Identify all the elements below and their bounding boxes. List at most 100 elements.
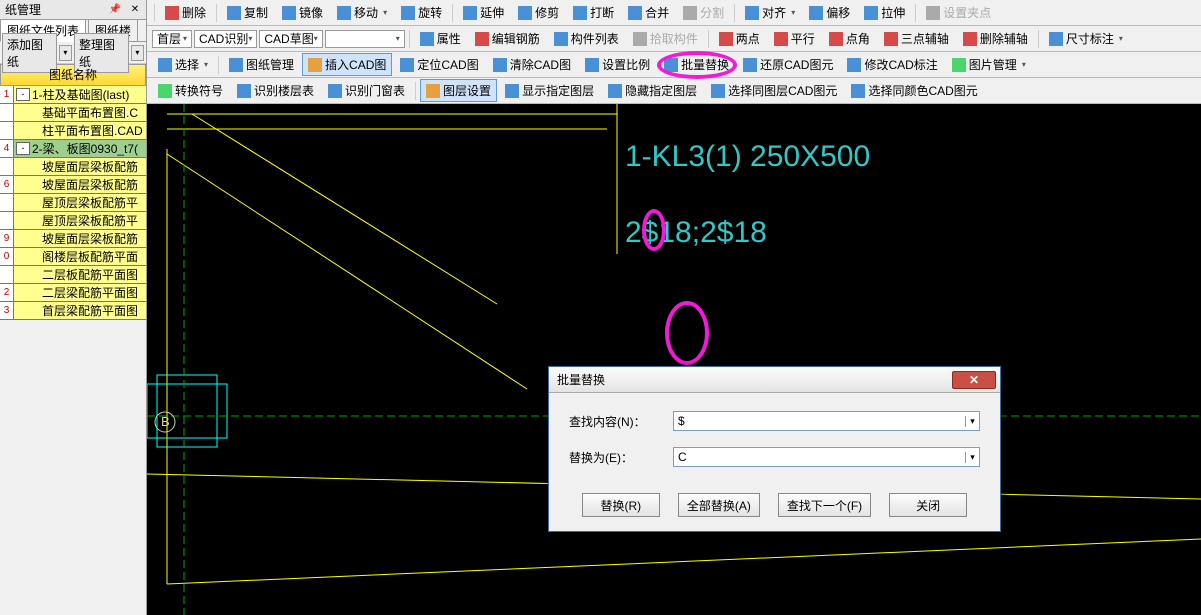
row-text: 首层梁配筋平面图: [42, 302, 146, 319]
dim-button[interactable]: 尺寸标注▾: [1043, 27, 1129, 50]
close-dialog-button[interactable]: 关闭: [889, 493, 967, 517]
layer-settings-button[interactable]: 图层设置: [420, 79, 497, 102]
three-point-button[interactable]: 三点辅轴: [878, 27, 955, 50]
close-icon[interactable]: ✕: [126, 2, 144, 18]
tree-row[interactable]: 二层板配筋平面图: [0, 266, 146, 284]
row-text: 坡屋面层梁板配筋: [42, 158, 146, 175]
move-button[interactable]: 移动▾: [331, 1, 393, 24]
row-number: 3: [0, 302, 14, 319]
toggle-icon[interactable]: -: [16, 88, 30, 101]
tree-row[interactable]: 坡屋面层梁板配筋: [0, 158, 146, 176]
replace-field[interactable]: ▾: [673, 447, 980, 467]
row-text: 2-梁、板图0930_t7(: [32, 140, 146, 157]
rebar-icon: [475, 32, 489, 46]
offset-button[interactable]: 偏移: [803, 1, 856, 24]
dialog-titlebar[interactable]: 批量替换 ✕: [549, 367, 1000, 393]
delete-button[interactable]: 删除: [159, 1, 212, 24]
attr-button[interactable]: 属性: [414, 27, 467, 50]
merge-button[interactable]: 合并: [622, 1, 675, 24]
snap-button[interactable]: 设置夹点: [920, 1, 997, 24]
cad-sketch-combo[interactable]: CAD草图▾: [259, 30, 322, 48]
row-text: 屋顶层梁板配筋平: [42, 212, 146, 229]
tree-row[interactable]: 6坡屋面层梁板配筋: [0, 176, 146, 194]
copy-button[interactable]: 复制: [221, 1, 274, 24]
modify-cad-button[interactable]: 修改CAD标注: [841, 53, 943, 76]
find-next-button[interactable]: 查找下一个(F): [778, 493, 871, 517]
toggle-icon[interactable]: -: [16, 142, 30, 155]
row-number: 9: [0, 230, 14, 247]
replace-all-button[interactable]: 全部替换(A): [678, 493, 760, 517]
recog-floor-button[interactable]: 识别楼层表: [231, 79, 320, 102]
row-number: 4: [0, 140, 14, 157]
tree-row[interactable]: 0阁楼层板配筋平面: [0, 248, 146, 266]
clear-icon: [493, 58, 507, 72]
dropdown-icon[interactable]: ▾: [59, 45, 72, 61]
floor-combo[interactable]: 首层▾: [152, 30, 192, 48]
tree-row[interactable]: 9坡屋面层梁板配筋: [0, 230, 146, 248]
hide-layer-button[interactable]: 隐藏指定图层: [602, 79, 703, 102]
align-icon: [745, 6, 759, 20]
point-angle-button[interactable]: 点角: [823, 27, 876, 50]
restore-cad-button[interactable]: 还原CAD图元: [737, 53, 839, 76]
split-button[interactable]: 分割: [677, 1, 730, 24]
trim-button[interactable]: 修剪: [512, 1, 565, 24]
hide-layer-icon: [608, 84, 622, 98]
two-point-button[interactable]: 两点: [713, 27, 766, 50]
scale-button[interactable]: 设置比例: [579, 53, 656, 76]
cad-recog-combo[interactable]: CAD识别▾: [194, 30, 257, 48]
break-button[interactable]: 打断: [567, 1, 620, 24]
pick-member-button[interactable]: 拾取构件: [627, 27, 704, 50]
same-color-icon: [851, 84, 865, 98]
batch-replace-button[interactable]: 批量替换: [658, 53, 735, 76]
parallel-button[interactable]: 平行: [768, 27, 821, 50]
rotate-icon: [401, 6, 415, 20]
tree-row[interactable]: 2二层梁配筋平面图: [0, 284, 146, 302]
batch-icon: [664, 58, 678, 72]
delete-axis-button[interactable]: 删除辅轴: [957, 27, 1034, 50]
tree-row[interactable]: 柱平面布置图.CAD: [0, 122, 146, 140]
insert-cad-button[interactable]: 插入CAD图: [302, 53, 392, 76]
dropdown-icon[interactable]: ▾: [131, 45, 144, 61]
locate-cad-button[interactable]: 定位CAD图: [394, 53, 484, 76]
row-text: 二层梁配筋平面图: [42, 284, 146, 301]
align-button[interactable]: 对齐▾: [739, 1, 801, 24]
tree-row[interactable]: 3 首层梁配筋平面图: [0, 302, 146, 320]
dropdown-icon[interactable]: ▾: [965, 452, 979, 463]
dropdown-icon[interactable]: ▾: [965, 416, 979, 427]
close-button[interactable]: ✕: [952, 371, 996, 389]
toolbar-cad: 首层▾ CAD识别▾ CAD草图▾ ▾ 属性 编辑钢筋 构件列表 拾取构件 两点…: [147, 26, 1201, 52]
drawing-manager-button[interactable]: 图纸管理: [223, 53, 300, 76]
tree-row[interactable]: 4-2-梁、板图0930_t7(: [0, 140, 146, 158]
mirror-button[interactable]: 镜像: [276, 1, 329, 24]
extend-icon: [463, 6, 477, 20]
select-same-color-button[interactable]: 选择同颜色CAD图元: [845, 79, 983, 102]
offset-icon: [809, 6, 823, 20]
show-layer-button[interactable]: 显示指定图层: [499, 79, 600, 102]
parallel-icon: [774, 32, 788, 46]
insert-icon: [308, 58, 322, 72]
member-list-button[interactable]: 构件列表: [548, 27, 625, 50]
convert-symbol-button[interactable]: 转换符号: [152, 79, 229, 102]
point-angle-icon: [829, 32, 843, 46]
blank-combo[interactable]: ▾: [325, 30, 405, 48]
select-button[interactable]: 选择▾: [152, 53, 214, 76]
find-field[interactable]: ▾: [673, 411, 980, 431]
recog-window-button[interactable]: 识别门窗表: [322, 79, 411, 102]
pin-icon[interactable]: 📌: [106, 2, 124, 18]
tree-row[interactable]: 屋顶层梁板配筋平: [0, 194, 146, 212]
find-input[interactable]: [674, 412, 965, 430]
tree-row[interactable]: 基础平面布置图.C: [0, 104, 146, 122]
extend-button[interactable]: 延伸: [457, 1, 510, 24]
pic-manager-button[interactable]: 图片管理▾: [946, 53, 1032, 76]
stretch-button[interactable]: 拉伸: [858, 1, 911, 24]
select-same-layer-button[interactable]: 选择同图层CAD图元: [705, 79, 843, 102]
edit-rebar-button[interactable]: 编辑钢筋: [469, 27, 546, 50]
rotate-button[interactable]: 旋转: [395, 1, 448, 24]
clear-cad-button[interactable]: 清除CAD图: [487, 53, 577, 76]
tree-row[interactable]: 屋顶层梁板配筋平: [0, 212, 146, 230]
cad-canvas[interactable]: 1-KL3(1) 250X500 2$18;2$18 B: [147, 104, 1201, 615]
replace-button[interactable]: 替换(R): [582, 493, 660, 517]
tree-row[interactable]: 1-1-柱及基础图(last): [0, 86, 146, 104]
break-icon: [573, 6, 587, 20]
replace-input[interactable]: [674, 448, 965, 466]
